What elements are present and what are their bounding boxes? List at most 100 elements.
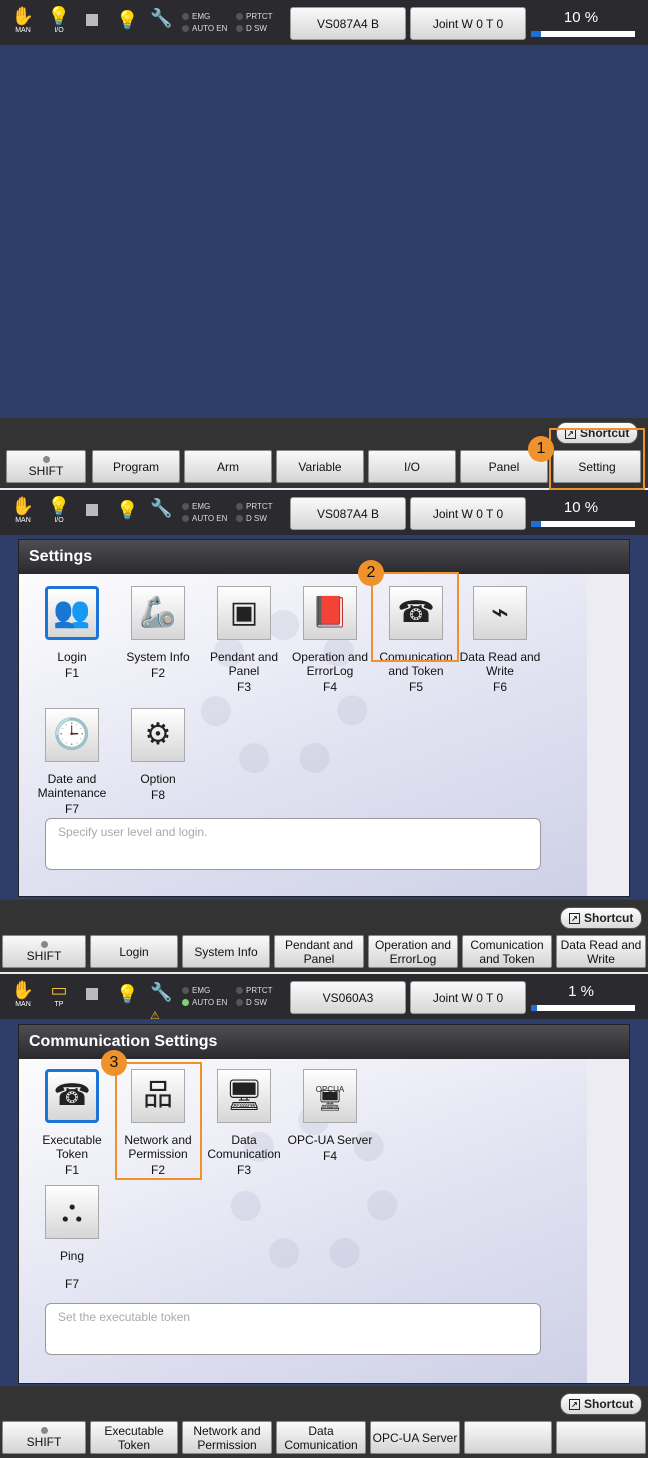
ping-icon: ⛬ xyxy=(45,1185,99,1239)
shortcut-icon: ↗ xyxy=(569,912,580,924)
callout-highlight-1 xyxy=(549,428,645,490)
main-view xyxy=(0,45,648,418)
page-title: Settings xyxy=(19,540,629,574)
emg-indicator: EMG xyxy=(182,986,210,995)
hand-icon[interactable]: ✋ MAN xyxy=(8,496,38,528)
speed-indicator[interactable]: 10 % xyxy=(531,6,635,40)
speed-value: 10 % xyxy=(563,499,599,516)
help-message: Specify user level and login. xyxy=(45,818,541,870)
robot-type-button[interactable]: VS087A4 B xyxy=(290,7,406,40)
wrench-icon[interactable]: 🔧 xyxy=(150,498,172,524)
hand-icon[interactable]: ✋ MAN xyxy=(8,980,38,1012)
tile-option[interactable]: ⚙ Option F8 xyxy=(115,708,201,802)
status-bar: ✋ MAN 💡 I/O 💡 🔧 EMG PRTCT AUTO EN D SW VS0… xyxy=(0,490,648,535)
pendant-icon: ▣ xyxy=(217,586,271,640)
screenshot-stack: ✋ MAN 💡 I/O 💡 🔧 EMG PRTCT AUTO EN D SW VS0… xyxy=(0,0,648,1458)
status-bar: ✋ MAN ▭ TP 💡 🔧⚠ EMG PRTCT AUTO EN D SW VS0… xyxy=(0,974,648,1022)
usb-icon: ⌁ xyxy=(473,586,527,640)
help-message: Set the executable token xyxy=(45,1303,541,1355)
speed-track xyxy=(531,1005,635,1011)
token-phone-icon: ☎ xyxy=(45,1069,99,1123)
dsw-indicator: D SW xyxy=(236,514,267,523)
fkey-data-communication[interactable]: Data Comunication xyxy=(276,1421,366,1454)
wrench-icon[interactable]: 🔧 xyxy=(150,8,172,34)
joint-mode-button[interactable]: Joint W 0 T 0 xyxy=(410,981,526,1014)
tile-executable-token[interactable]: ☎ Executable Token F1 xyxy=(29,1069,115,1177)
emg-indicator: EMG xyxy=(182,502,210,511)
callout-badge-2: 2 xyxy=(358,560,384,586)
tile-data-read-write[interactable]: ⌁ Data Read and Write F6 xyxy=(457,586,543,694)
stop-icon xyxy=(86,504,98,516)
io-bulb-icon[interactable]: 💡 I/O xyxy=(44,6,74,38)
user-icon: 👥 xyxy=(45,586,99,640)
emg-indicator: EMG xyxy=(182,12,210,21)
fkey-executable-token[interactable]: Executable Token xyxy=(90,1421,178,1454)
tile-pendant-panel[interactable]: ▣ Pendant and Panel F3 xyxy=(201,586,287,694)
fkey-arm[interactable]: Arm xyxy=(184,450,272,483)
light-bulb-icon[interactable]: 💡 xyxy=(116,984,138,1006)
fkey-operation-errorlog[interactable]: Operation and ErrorLog xyxy=(368,935,458,968)
tile-ping[interactable]: ⛬ Ping F7 xyxy=(29,1185,115,1291)
function-bar: ↗ Shortcut SHIFT Login System Info Pendan… xyxy=(0,900,648,972)
wrench-warning-icon[interactable]: 🔧⚠ xyxy=(150,982,172,1022)
fkey-opcua-server[interactable]: OPC-UA Server xyxy=(370,1421,460,1454)
light-bulb-icon[interactable]: 💡 xyxy=(116,500,138,522)
tile-date-maintenance[interactable]: 🕒 Date and Maintenance F7 xyxy=(29,708,115,816)
robot-arm-icon: 🦾 xyxy=(131,586,185,640)
io-bulb-icon[interactable]: 💡 I/O xyxy=(44,496,74,528)
fkey-variable[interactable]: Variable xyxy=(276,450,364,483)
function-bar: ↗ Shortcut SHIFT Executable Token Network… xyxy=(0,1386,648,1458)
panel-scroll-area xyxy=(587,574,629,896)
tile-system-info[interactable]: 🦾 System Info F2 xyxy=(115,586,201,680)
shift-key[interactable]: SHIFT xyxy=(2,935,86,968)
fkey-login[interactable]: Login xyxy=(90,935,178,968)
tile-opcua-server[interactable]: OPCUA 🖥 OPC-UA Server F4 xyxy=(287,1069,373,1163)
fkey-communication-token[interactable]: Comunication and Token xyxy=(462,935,552,968)
tile-login[interactable]: 👥 Login F1 xyxy=(29,586,115,680)
dsw-indicator: D SW xyxy=(236,24,267,33)
tile-data-communication[interactable]: 🖥 Data Comunication F3 xyxy=(201,1069,287,1177)
fkey-system-info[interactable]: System Info xyxy=(182,935,270,968)
speed-fill xyxy=(531,31,542,37)
settings-background: Settings 👥 Login F1 🦾 System Info F2 ▣ Pen… xyxy=(0,535,648,900)
prtct-indicator: PRTCT xyxy=(236,986,273,995)
robot-type-button[interactable]: VS060A3 xyxy=(290,981,406,1014)
speed-fill xyxy=(531,521,542,527)
speed-value: 10 % xyxy=(563,9,599,26)
gears-icon: ⚙ xyxy=(131,708,185,762)
speed-track xyxy=(531,521,635,527)
panel-scroll-area xyxy=(587,1059,629,1383)
fkey-pendant-panel[interactable]: Pendant and Panel xyxy=(274,935,364,968)
light-bulb-icon[interactable]: 💡 xyxy=(116,10,138,32)
joint-mode-button[interactable]: Joint W 0 T 0 xyxy=(410,7,526,40)
callout-highlight-3 xyxy=(115,1062,202,1180)
joint-mode-button[interactable]: Joint W 0 T 0 xyxy=(410,497,526,530)
fkey-io[interactable]: I/O xyxy=(368,450,456,483)
shortcut-icon: ↗ xyxy=(569,1398,580,1410)
teach-pendant-icon[interactable]: ▭ TP xyxy=(44,980,74,1012)
shortcut-button[interactable]: ↗ Shortcut xyxy=(560,1393,643,1415)
auto-en-indicator: AUTO EN xyxy=(182,998,227,1007)
settings-panel: Settings 👥 Login F1 🦾 System Info F2 ▣ Pen… xyxy=(18,539,630,897)
shift-key[interactable]: SHIFT xyxy=(2,1421,86,1454)
callout-badge-1: 1 xyxy=(528,436,554,462)
speed-indicator[interactable]: 1 % xyxy=(531,980,635,1014)
speed-value: 1 % xyxy=(568,983,594,1000)
speed-fill xyxy=(531,1005,538,1011)
shift-key[interactable]: SHIFT xyxy=(6,450,86,483)
fkey-data-read-write[interactable]: Data Read and Write xyxy=(556,935,646,968)
book-icon: 📕 xyxy=(303,586,357,640)
comm-background: Communication Settings ☎ Executable Toke… xyxy=(0,1019,648,1386)
speed-indicator[interactable]: 10 % xyxy=(531,496,635,530)
fkey-empty-1[interactable] xyxy=(464,1421,552,1454)
status-bar: ✋ MAN 💡 I/O 💡 🔧 EMG PRTCT AUTO EN D SW VS0… xyxy=(0,0,648,45)
shortcut-button[interactable]: ↗ Shortcut xyxy=(560,907,643,929)
fkey-network-permission[interactable]: Network and Permission xyxy=(182,1421,272,1454)
fkey-program[interactable]: Program xyxy=(92,450,180,483)
callout-badge-3: 3 xyxy=(101,1050,127,1076)
robot-type-button[interactable]: VS087A4 B xyxy=(290,497,406,530)
hand-icon[interactable]: ✋ MAN xyxy=(8,6,38,38)
tile-operation-errorlog[interactable]: 📕 Operation and ErrorLog F4 xyxy=(287,586,373,694)
fkey-empty-2[interactable] xyxy=(556,1421,646,1454)
dsw-indicator: D SW xyxy=(236,998,267,1007)
